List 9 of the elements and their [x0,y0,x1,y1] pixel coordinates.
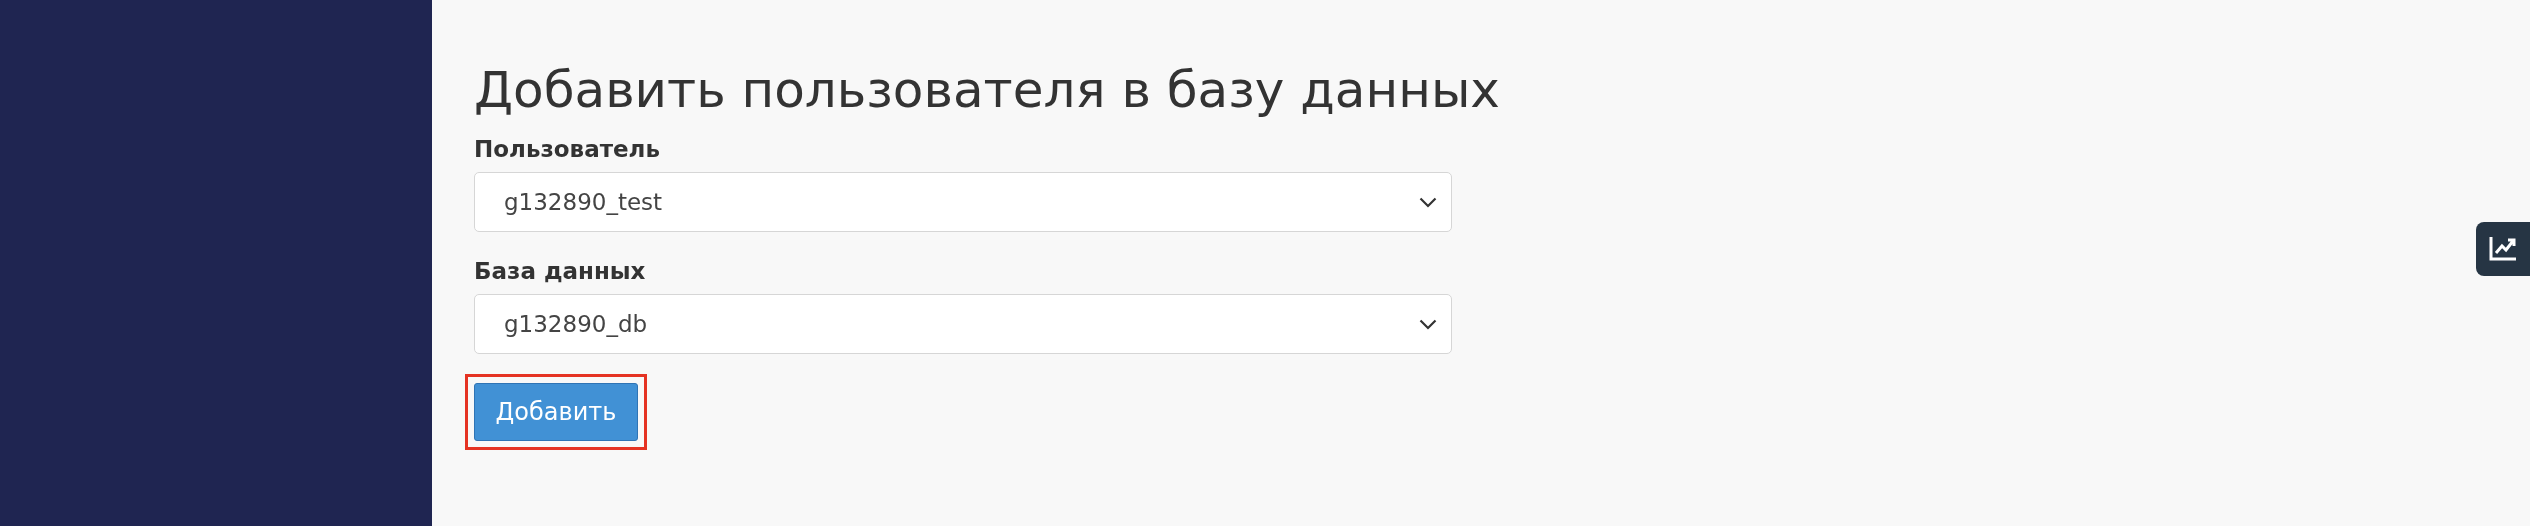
field-label: Пользователь [474,135,661,164]
select-field[interactable]: g132890_db [474,294,1452,354]
field-label: База данных [474,257,647,286]
chevron-down-icon [1419,318,1437,330]
page-title: Добавить пользователя в базу данных [474,60,1501,121]
chevron-down-icon [1419,196,1437,208]
select-field[interactable]: g132890_test [474,172,1452,232]
chart-icon [2488,235,2518,263]
chart-button[interactable] [2476,222,2530,276]
